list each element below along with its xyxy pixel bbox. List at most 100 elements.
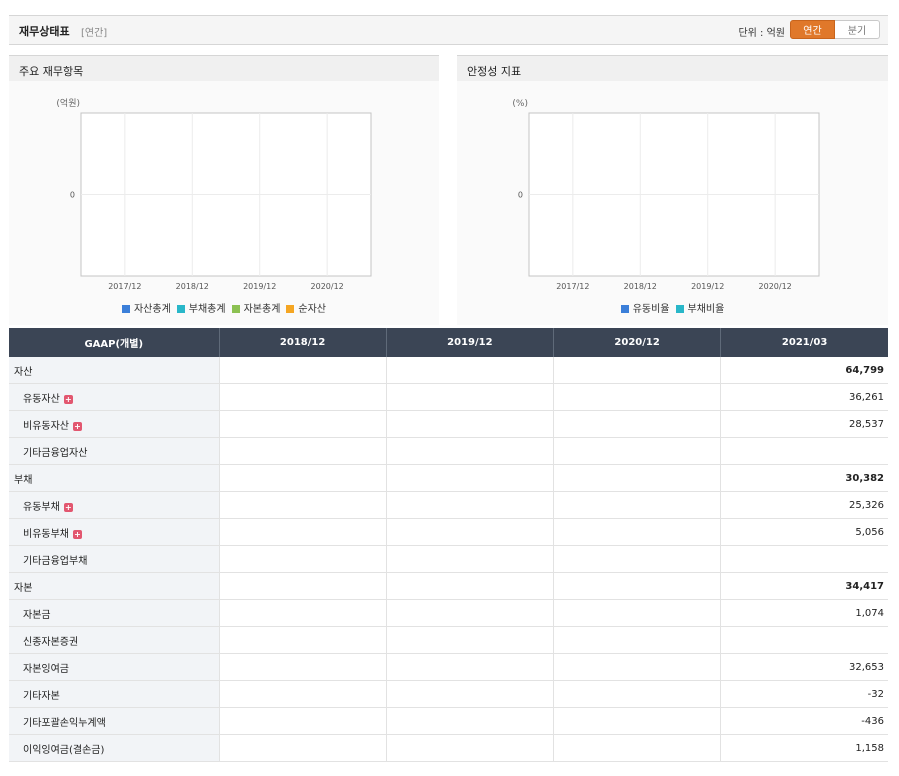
value-cell: [720, 437, 888, 465]
value-cell: [553, 599, 722, 627]
legend-swatch: [620, 305, 629, 313]
value-cell: [219, 383, 387, 411]
value-cell: [219, 464, 387, 492]
value-cell: [553, 437, 722, 465]
row-label-cell: 비유동부채 +: [9, 518, 220, 546]
value-cell: [219, 572, 387, 600]
value-cell: [553, 357, 722, 384]
annual-button[interactable]: 연간: [790, 20, 835, 39]
row-label: 기타포괄손익누계액: [23, 717, 106, 729]
value-cell: [386, 680, 555, 708]
value-cell: [386, 626, 555, 654]
expand-plus-icon[interactable]: +: [73, 529, 82, 539]
legend-label: 순자산: [298, 304, 327, 315]
row-label: 기타금융업부채: [23, 555, 88, 567]
value-cell: [553, 626, 722, 654]
value-cell: [219, 357, 387, 384]
table-row: 비유동부채 + 5,056: [9, 518, 888, 546]
legend-swatch: [121, 305, 130, 313]
table-header-row: GAAP(개별) 2018/12 2019/12 2020/12 2021/03: [9, 328, 888, 357]
value-cell: [219, 653, 387, 681]
table-row: 이익잉여금(결손금) 1,158: [9, 734, 888, 762]
row-label: 자산: [14, 366, 33, 378]
y-tick-label: 0: [518, 191, 523, 200]
y-tick-label: 0: [70, 191, 75, 200]
legend-label: 자본총계: [243, 304, 281, 315]
row-label-cell: 기타자본: [9, 680, 220, 708]
legend-label: 부채비율: [687, 304, 725, 315]
row-label: 유동자산: [23, 393, 60, 405]
value-cell: [219, 491, 387, 519]
value-cell: [219, 599, 387, 627]
table-row: 자본잉여금 32,653: [9, 653, 888, 681]
legend-swatch: [286, 305, 295, 313]
expand-plus-icon[interactable]: +: [63, 394, 73, 404]
legend-item[interactable]: 부채비율: [675, 300, 725, 315]
value-cell: [386, 357, 555, 384]
column-header-period: 2018/12: [219, 328, 387, 357]
chart-financial-items: (억원) 2017/12 2018/12 2019/12 2020/12 0: [56, 97, 372, 291]
value-cell: [553, 680, 722, 708]
legend-label: 자산총계: [133, 304, 171, 315]
value-cell: -436: [720, 707, 888, 735]
table-row: 자산 64,799: [9, 357, 888, 384]
value-cell: [386, 464, 555, 492]
y-axis-label: (억원): [56, 97, 80, 109]
table-row: 자본금 1,074: [9, 599, 888, 627]
expand-plus-icon[interactable]: +: [63, 502, 73, 512]
row-label: 자본금: [23, 609, 51, 621]
value-cell: [386, 518, 555, 546]
legend-item[interactable]: 유동비율: [620, 300, 670, 315]
value-cell: 34,417: [720, 572, 888, 600]
period-type-label: [연간]: [81, 28, 108, 39]
chart-panel-financial-items: 주요 재무항목 (억원) 2017/12 2018/12 2019/12 2020/12…: [9, 55, 439, 325]
value-cell: [219, 626, 387, 654]
table-row: 기타금융업자산: [9, 437, 888, 465]
legend-item[interactable]: 순자산: [286, 300, 326, 315]
row-label-cell: 기타금융업자산: [9, 437, 220, 465]
quarter-button[interactable]: 분기: [835, 20, 880, 39]
column-header-period: 2020/12: [553, 328, 722, 357]
row-label-cell: 자본금: [9, 599, 220, 627]
row-label: 신종자본증권: [23, 636, 79, 648]
value-cell: [386, 599, 555, 627]
x-tick-label: 2018/12: [176, 282, 209, 291]
table-row: 유동부채 +25,326: [9, 491, 888, 519]
legend-item[interactable]: 자산총계: [121, 300, 171, 315]
value-cell: [553, 518, 722, 546]
page-title: 재무상태표: [19, 25, 70, 38]
value-cell: [219, 707, 387, 735]
value-cell: [553, 410, 722, 438]
row-label-cell: 이익잉여금(결손금): [9, 734, 220, 762]
row-label: 유동부채: [23, 501, 60, 513]
value-cell: [553, 545, 722, 573]
value-cell: 1,074: [720, 599, 888, 627]
value-cell: [386, 410, 555, 438]
legend-item[interactable]: 부채총계: [176, 300, 226, 315]
row-label: 부채: [14, 474, 33, 486]
row-label: 자본잉여금: [23, 663, 69, 675]
row-label-cell: 자본잉여금: [9, 653, 220, 681]
value-cell: 32,653: [720, 653, 888, 681]
value-cell: 1,158: [720, 734, 888, 762]
value-cell: [553, 464, 722, 492]
legend-label: 부채총계: [188, 304, 226, 315]
table-row: 기타자본 -32: [9, 680, 888, 708]
legend-item[interactable]: 자본총계: [231, 300, 281, 315]
value-cell: [219, 410, 387, 438]
x-tick-label: 2019/12: [691, 282, 724, 291]
legend-swatch: [675, 305, 684, 313]
legend-swatch: [176, 305, 185, 313]
value-cell: [219, 680, 387, 708]
row-label: 자본: [14, 582, 33, 594]
row-label-cell: 신종자본증권: [9, 626, 220, 654]
column-header-period: 2019/12: [386, 328, 555, 357]
chart-stability: (%) 2017/12 2018/12 2019/12 2020/12 0: [512, 99, 820, 291]
value-cell: [386, 437, 555, 465]
row-label-cell: 자산: [9, 357, 220, 384]
table-body: 자산 64,799 유동자산 +36,261 비유동자산 +28,537 기타금융업자산 부채…: [9, 357, 888, 762]
row-label-cell: 유동부채 +: [9, 491, 220, 519]
value-cell: 5,056: [720, 518, 888, 546]
expand-plus-icon[interactable]: +: [73, 421, 82, 431]
statement-header: 재무상태표 [연간] 단위 : 억원 연간 분기: [9, 15, 888, 45]
